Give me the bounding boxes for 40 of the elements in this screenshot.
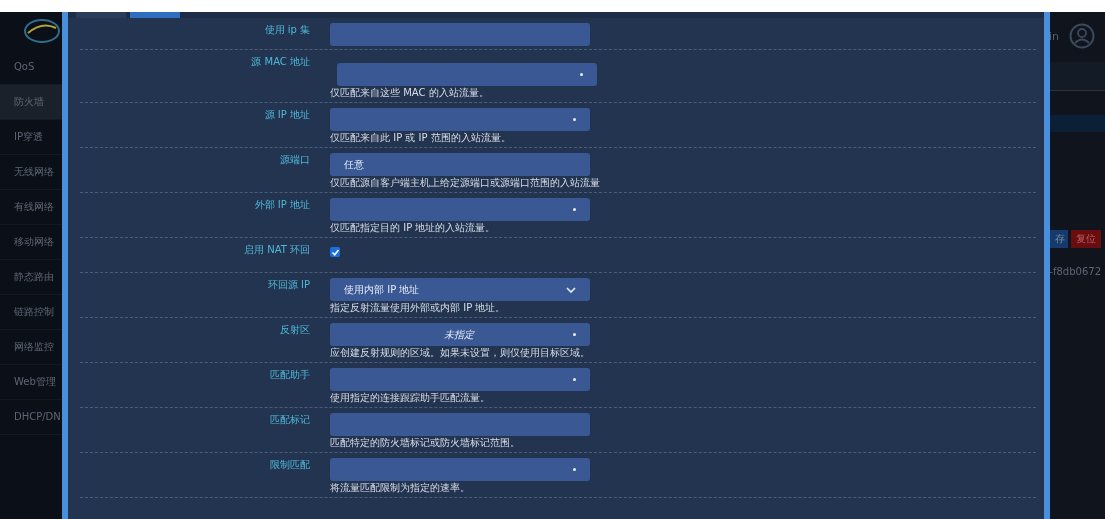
sidebar-item[interactable]: 防火墙 [0, 85, 62, 120]
select-field[interactable]: 使用内部 IP 地址 [330, 278, 590, 301]
help-text: 仅匹配来自此 IP 或 IP 范围的入站流量。 [330, 132, 512, 144]
checkbox[interactable] [330, 247, 340, 257]
dropdown-field[interactable] [330, 368, 590, 391]
input-field[interactable]: 任意 [330, 153, 590, 176]
field-label: 限制匹配 [269, 458, 311, 472]
dropdown-field[interactable] [337, 63, 597, 86]
field-label: 启用 NAT 环回 [243, 243, 311, 257]
field-label: 外部 IP 地址 [253, 198, 311, 212]
user-avatar-icon[interactable] [1069, 23, 1095, 49]
field-label: 源端口 [279, 153, 311, 167]
field-label: 源 IP 地址 [263, 108, 311, 122]
field-label: 源 MAC 地址 [250, 55, 311, 69]
page-button[interactable]: 复位 [1071, 230, 1101, 248]
dropdown-field[interactable]: 未指定 [330, 323, 590, 346]
field-label: 匹配助手 [269, 368, 311, 382]
help-text: 指定反射流量使用外部或内部 IP 地址。 [330, 302, 507, 314]
help-text: 仅匹配来自这些 MAC 的入站流量。 [330, 87, 490, 99]
input-field[interactable] [330, 23, 590, 46]
logo-icon [22, 16, 62, 46]
user-name: in [1048, 29, 1059, 43]
help-text: 匹配特定的防火墙标记或防火墙标记范围。 [330, 437, 521, 449]
field-label: 匹配标记 [269, 413, 311, 427]
help-text: 仅匹配指定目的 IP 地址的入站流量。 [330, 222, 497, 234]
dropdown-field[interactable] [330, 108, 590, 131]
help-text: 将流量匹配限制为指定的速率。 [330, 482, 471, 494]
help-text: 仅匹配源自客户端主机上给定源端口或源端口范围的入站流量 [330, 177, 600, 189]
dropdown-field[interactable] [330, 458, 590, 481]
field-label: 环回源 IP [266, 278, 311, 292]
tab[interactable] [130, 12, 180, 18]
help-text: 使用指定的连接跟踪助手匹配流量。 [330, 392, 491, 404]
input-field[interactable] [330, 413, 590, 436]
field-label: 使用 ip 集 [263, 23, 311, 37]
chevron-down-icon [566, 286, 576, 293]
rule-id: -f8db0672 [1049, 266, 1102, 277]
dropdown-field[interactable] [330, 198, 590, 221]
field-label: 反射区 [279, 323, 311, 337]
tab[interactable] [76, 12, 126, 18]
help-text: 应创建反射规则的区域。如果未设置，则仅使用目标区域。 [330, 347, 590, 359]
